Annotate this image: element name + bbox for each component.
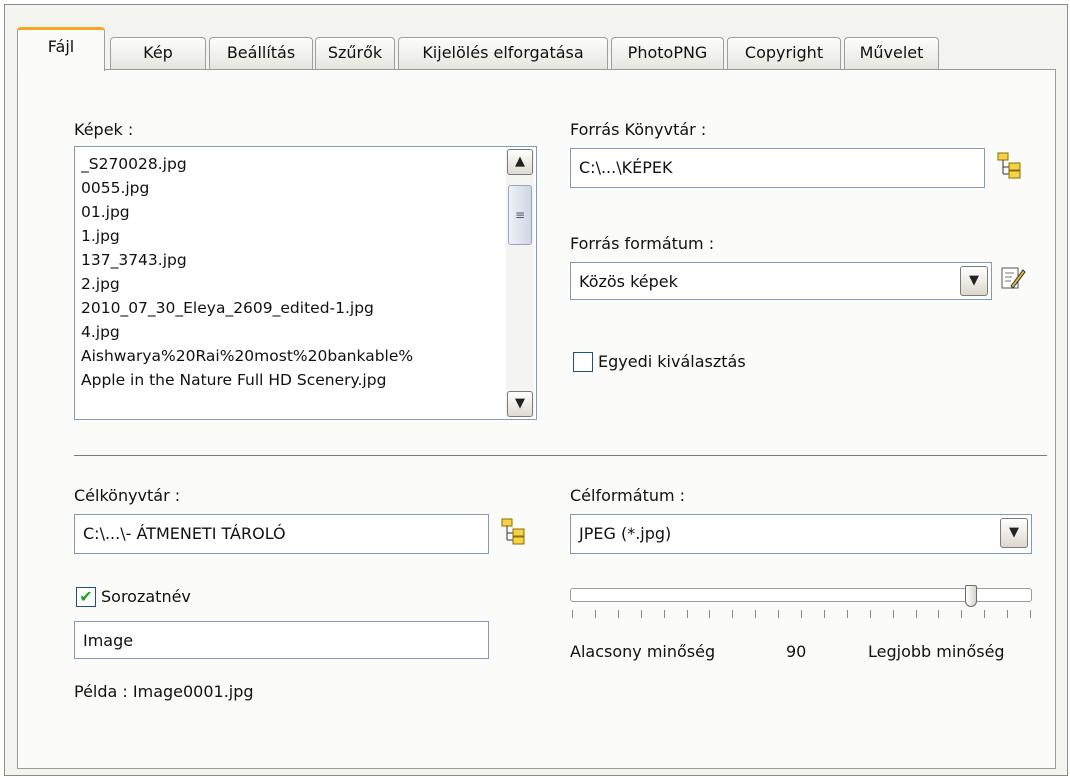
- quality-slider-thumb[interactable]: [965, 585, 977, 607]
- list-item[interactable]: 4.jpg: [81, 320, 504, 344]
- slider-tick: [687, 610, 688, 618]
- source-dir-field[interactable]: C:\...\KÉPEK: [570, 148, 985, 188]
- list-item[interactable]: 137_3743.jpg: [81, 248, 504, 272]
- list-item[interactable]: _S270028.jpg: [81, 152, 504, 176]
- slider-tick: [801, 610, 802, 618]
- list-item[interactable]: 2.jpg: [81, 272, 504, 296]
- tab-muvelet[interactable]: Művelet: [844, 37, 939, 69]
- slider-tick: [1007, 610, 1008, 618]
- folder-tree-icon-svg: [997, 152, 1021, 179]
- list-item[interactable]: 0055.jpg: [81, 176, 504, 200]
- slider-tick: [1030, 610, 1031, 618]
- source-format-label: Forrás formátum :: [570, 234, 715, 253]
- high-quality-label: Legjobb minőség: [868, 642, 1005, 661]
- target-dir-label: Célkönyvtár :: [74, 486, 181, 505]
- slider-tick: [893, 610, 894, 618]
- list-item[interactable]: 01.jpg: [81, 200, 504, 224]
- folder-tree-icon-svg: [501, 518, 525, 545]
- tab-szurok[interactable]: Szűrők: [315, 37, 395, 69]
- target-format-value: JPEG (*.jpg): [579, 524, 672, 543]
- dialog-frame: Fájl Kép Beállítás Szűrők Kijelölés elfo…: [4, 4, 1068, 776]
- slider-tick: [984, 610, 985, 618]
- slider-tick: [709, 610, 710, 618]
- custom-select-label[interactable]: Egyedi kiválasztás: [598, 352, 746, 371]
- slider-tick: [938, 610, 939, 618]
- images-scrollbar[interactable]: ▲ ≡ ▼: [506, 149, 534, 417]
- series-name-label[interactable]: Sorozatnév: [101, 587, 191, 606]
- quality-ticks: [572, 610, 1032, 620]
- list-item[interactable]: Aishwarya%20Rai%20most%20bankable%: [81, 344, 504, 368]
- tab-beallitas[interactable]: Beállítás: [209, 37, 313, 69]
- slider-tick: [641, 610, 642, 618]
- list-item[interactable]: Apple in the Nature Full HD Scenery.jpg: [81, 368, 504, 392]
- folder-tree-icon[interactable]: [993, 150, 1027, 184]
- slider-tick: [618, 610, 619, 618]
- source-format-select[interactable]: Közös képek ▼: [570, 262, 992, 300]
- slider-tick: [916, 610, 917, 618]
- file-tab-panel: Képek : _S270028.jpg 0055.jpg 01.jpg 1.j…: [17, 69, 1056, 769]
- quality-value: 90: [786, 642, 807, 661]
- source-dir-label: Forrás Könyvtár :: [570, 120, 707, 139]
- edit-icon[interactable]: [996, 264, 1030, 298]
- slider-tick: [572, 610, 573, 618]
- slider-tick: [870, 610, 871, 618]
- section-divider: [74, 455, 1047, 456]
- target-dir-field[interactable]: C:\...\- ÁTMENETI TÁROLÓ: [74, 514, 489, 554]
- slider-tick: [847, 610, 848, 618]
- list-item[interactable]: 2010_07_30_Eleya_2609_edited-1.jpg: [81, 296, 504, 320]
- tab-copyright[interactable]: Copyright: [727, 37, 841, 69]
- low-quality-label: Alacsony minőség: [570, 642, 716, 661]
- chevron-down-icon[interactable]: ▼: [1000, 518, 1028, 548]
- slider-tick: [595, 610, 596, 618]
- custom-select-checkbox[interactable]: [573, 352, 593, 372]
- scroll-down-icon[interactable]: ▼: [507, 391, 533, 417]
- quality-slider[interactable]: [570, 585, 1032, 607]
- target-format-select[interactable]: JPEG (*.jpg) ▼: [570, 514, 1032, 554]
- tab-fajl[interactable]: Fájl: [17, 27, 105, 71]
- images-listbox[interactable]: _S270028.jpg 0055.jpg 01.jpg 1.jpg 137_3…: [74, 146, 537, 420]
- scroll-thumb[interactable]: ≡: [508, 185, 532, 245]
- scroll-up-icon[interactable]: ▲: [507, 149, 533, 175]
- chevron-down-icon[interactable]: ▼: [960, 266, 988, 296]
- slider-tick: [732, 610, 733, 618]
- slider-tick: [824, 610, 825, 618]
- images-label: Képek :: [74, 120, 134, 139]
- folder-tree-icon[interactable]: [497, 516, 531, 550]
- slider-tick: [664, 610, 665, 618]
- slider-tick: [778, 610, 779, 618]
- example-text: Példa : Image0001.jpg: [74, 682, 254, 701]
- edit-icon-svg: [1001, 267, 1026, 289]
- slider-tick: [961, 610, 962, 618]
- tab-kep[interactable]: Kép: [110, 37, 206, 69]
- series-name-field[interactable]: Image: [74, 621, 489, 659]
- source-format-value: Közös képek: [579, 272, 678, 291]
- series-name-checkbox[interactable]: ✔: [76, 587, 96, 607]
- slider-tick: [755, 610, 756, 618]
- tab-photopng[interactable]: PhotoPNG: [611, 37, 724, 69]
- list-item[interactable]: 1.jpg: [81, 224, 504, 248]
- images-list-items: _S270028.jpg 0055.jpg 01.jpg 1.jpg 137_3…: [81, 152, 504, 419]
- tab-kijeloles-elforgatasa[interactable]: Kijelölés elforgatása: [398, 37, 608, 69]
- target-format-label: Célformátum :: [570, 486, 686, 505]
